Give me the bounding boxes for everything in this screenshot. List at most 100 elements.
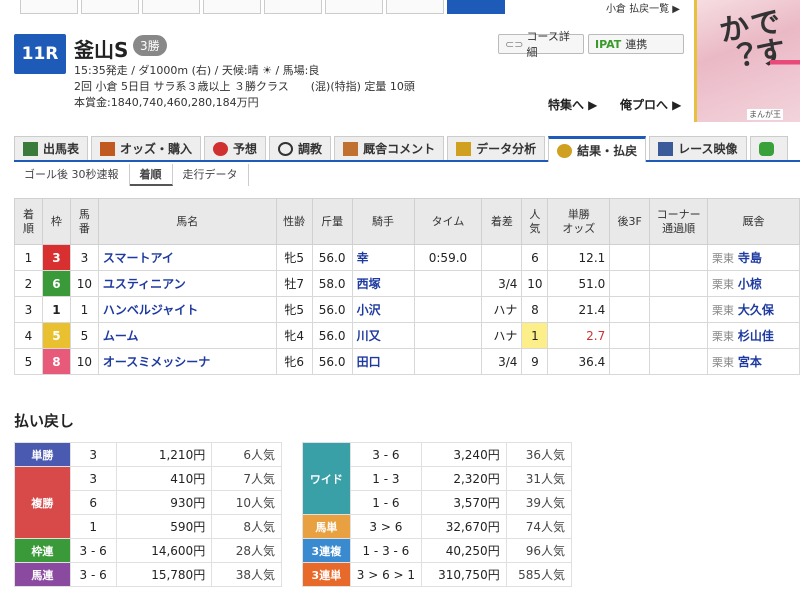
margin: ハナ [481,322,523,349]
tab-race-video[interactable]: レース映像 [649,136,747,160]
margin: ハナ [481,296,523,323]
column-header: 人気 [521,198,549,245]
jockey-link[interactable]: 田口 [357,355,381,369]
carried-weight: 56.0 [311,244,353,271]
trainer-link[interactable]: 杉山佳 [738,329,774,343]
top-nav-slot[interactable] [264,0,322,14]
column-header: 後3F [609,198,651,245]
tab-label: 出馬表 [43,142,80,156]
jockey-cell: 西塚 [351,270,415,297]
tab-data-analysis[interactable]: データ分析 [447,136,546,160]
column-header: 馬名 [97,198,277,245]
sex-age: 牝6 [275,348,313,375]
top-nav-slot[interactable] [20,0,78,14]
combination: 3 - 6 [69,538,117,563]
payout-list-link[interactable]: 小倉 払戻一覧 ▶ [606,0,680,15]
horse-name-link[interactable]: スマートアイ [103,251,174,265]
jockey-link[interactable]: 幸 [357,251,369,265]
horse-name-link[interactable]: ムーム [103,329,139,343]
horse-name-link[interactable]: オースミメッシーナ [103,355,210,369]
tab-prediction[interactable]: 予想 [204,136,267,160]
finish-rank: 3 [14,296,43,323]
pro-link[interactable]: 俺プロへ ▶ [620,96,681,113]
tab-training[interactable]: 調教 [269,136,332,160]
trainer-link[interactable]: 大久保 [738,303,774,317]
top-nav-strip: 小倉 払戻一覧 ▶ [20,0,680,15]
top-nav-slot[interactable] [142,0,200,14]
jockey-link[interactable]: 小沢 [357,303,381,317]
manga-ad-banner[interactable]: ですか？ — まんが王 [694,0,800,122]
tab-label: オッズ・購入 [120,142,193,156]
trainer-area: 栗東 [712,304,734,317]
payout-amount: 14,600円 [115,538,213,563]
payout-amount: 590円 [115,514,213,539]
payout-row: 複勝 3 410円 7人気 [14,466,282,539]
ipat-logo-icon: IPAT [595,37,622,51]
jockey-link[interactable]: 川又 [357,329,381,343]
jockey-cell: 川又 [351,322,415,349]
column-header: 枠 [41,198,71,245]
payout-amount: 3,570円 [421,490,507,515]
subtab-finish-order[interactable]: 着順 [129,164,173,186]
column-header: コーナー 通過順 [649,198,708,245]
payout-amount: 410円 [115,466,213,491]
corner-order [649,296,708,323]
payout-popularity: 74人気 [505,514,573,539]
payout-popularity: 10人気 [211,490,282,515]
payout-row: 単勝 3 1,210円 6人気 [14,442,282,467]
trainer-link[interactable]: 小椋 [738,277,762,291]
payout-table-right: ワイド 3 - 6 3,240円 36人気 1 - 3 2,320円 31人気 1 - 6 3,… [302,442,573,587]
payout-amount: 1,210円 [115,442,213,467]
tab-entries[interactable]: 出馬表 [14,136,89,160]
trainer-area: 栗東 [712,252,734,265]
column-header: 着差 [481,198,523,245]
tab-label: 予想 [233,142,258,156]
win-odds: 12.1 [547,244,611,271]
trainer-link[interactable]: 宮本 [738,355,762,369]
last-3f [609,296,651,323]
tab-odds[interactable]: オッズ・購入 [91,136,202,160]
feature-link[interactable]: 特集へ ▶ [548,96,597,113]
result-table: 着順枠馬番馬名 性齢 斤量 騎手 タイム 着差人気単勝 オッズ 後3F コーナー 通過順 厩舎 13… [14,198,800,375]
jockey-cell: 小沢 [351,296,415,323]
subtab-goal-flash[interactable]: ゴール後 30秒速報 [14,164,130,186]
combination: 3 > 6 [349,514,423,539]
last-3f [609,270,651,297]
horse-name-link[interactable]: ユスティニアン [103,277,186,291]
payout-amount: 3,240円 [421,442,507,467]
top-nav-slot[interactable] [81,0,139,14]
tab-label: データ分析 [476,142,537,156]
payout-amount: 2,320円 [421,466,507,491]
payout-amount: 930円 [115,490,213,515]
top-nav-slot[interactable] [203,0,261,14]
subtab-running-data[interactable]: 走行データ [173,164,249,186]
result-row: 3 1 1 ハンベルジャイト 牝5 56.0 小沢 ハナ 8 21.4 栗東 大久保 [14,296,800,323]
ipat-link-button[interactable]: IPAT 連携 [588,34,684,54]
column-header: タイム [413,198,483,245]
horse-name-cell: ハンベルジャイト [97,296,277,323]
top-nav-slot-active[interactable] [447,0,505,14]
horse-name-cell: スマートアイ [97,244,277,271]
bet-type-label: 単勝 [14,442,71,467]
payout-popularity: 7人気 [211,466,282,491]
horse-number: 1 [69,296,99,323]
table-icon [23,141,38,156]
tab-results[interactable]: 結果・払戻 [548,136,647,162]
finish-time: 0:59.0 [413,244,483,271]
top-nav-slot[interactable] [386,0,444,14]
chat-icon [758,141,774,156]
last-3f [609,348,651,375]
margin: 3/4 [481,348,523,375]
tab-chat[interactable] [749,136,788,160]
jockey-link[interactable]: 西塚 [357,277,381,291]
tab-stable-comment[interactable]: 厩舎コメント [334,136,445,160]
win-odds: 51.0 [547,270,611,297]
top-nav-slot[interactable] [325,0,383,14]
race-info: 15:35発走 / ダ1000m (右) / 天候:晴 ☀ / 馬場:良 2回 … [74,63,415,111]
course-detail-button[interactable]: ⊂⊃ コース詳細 [498,30,584,59]
column-header: 厩舎 [707,198,800,245]
horse-name-link[interactable]: ハンベルジャイト [103,303,198,317]
finish-rank: 2 [14,270,43,297]
sex-age: 牝4 [275,322,313,349]
trainer-link[interactable]: 寺島 [738,251,762,265]
